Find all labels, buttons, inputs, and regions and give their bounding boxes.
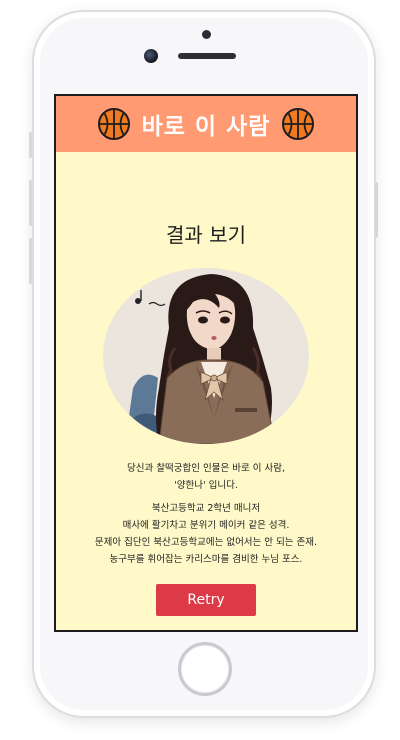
home-button[interactable] — [178, 642, 232, 696]
result-detail-line: 농구부를 휘어잡는 카리스마를 겸비한 누님 포스. — [109, 554, 303, 565]
basketball-icon — [97, 108, 130, 140]
front-camera — [144, 49, 158, 63]
result-detail-line: 북산고등학교 2학년 매니저 — [151, 503, 261, 514]
phone-frame: 바로 이 사람 결과 보기 당신과 찰떡궁합인 인물은 바로 이 사람, '양한… — [29, 10, 378, 718]
result-heading: 결과 보기 — [166, 223, 246, 247]
app-screen: 바로 이 사람 결과 보기 당신과 찰떡궁합인 인물은 바로 이 사람, '양한… — [54, 94, 358, 632]
result-intro-line: 당신과 찰떡궁합인 인물은 바로 이 사람, — [127, 463, 285, 474]
volume-down-button — [29, 238, 32, 284]
volume-up-button — [29, 180, 32, 226]
result-intro-line: '양한나' 입니다. — [174, 480, 238, 491]
result-description: 당신과 찰떡궁합인 인물은 바로 이 사람, '양한나' 입니다. 북산고등학교… — [56, 460, 356, 568]
mute-switch — [29, 132, 32, 158]
result-detail-line: 매사에 활기차고 분위기 메이커 같은 성격. — [122, 520, 290, 531]
earpiece-speaker — [178, 53, 236, 59]
power-button — [375, 182, 378, 238]
retry-button[interactable]: Retry — [156, 584, 256, 616]
app-title: 바로 이 사람 — [141, 114, 271, 140]
app-header: 바로 이 사람 — [56, 96, 356, 152]
character-portrait — [103, 268, 309, 444]
result-detail-line: 문제아 집단인 북산고등학교에는 없어서는 안 되는 존재. — [94, 537, 318, 548]
basketball-icon — [282, 108, 315, 140]
proximity-sensor — [202, 30, 211, 39]
